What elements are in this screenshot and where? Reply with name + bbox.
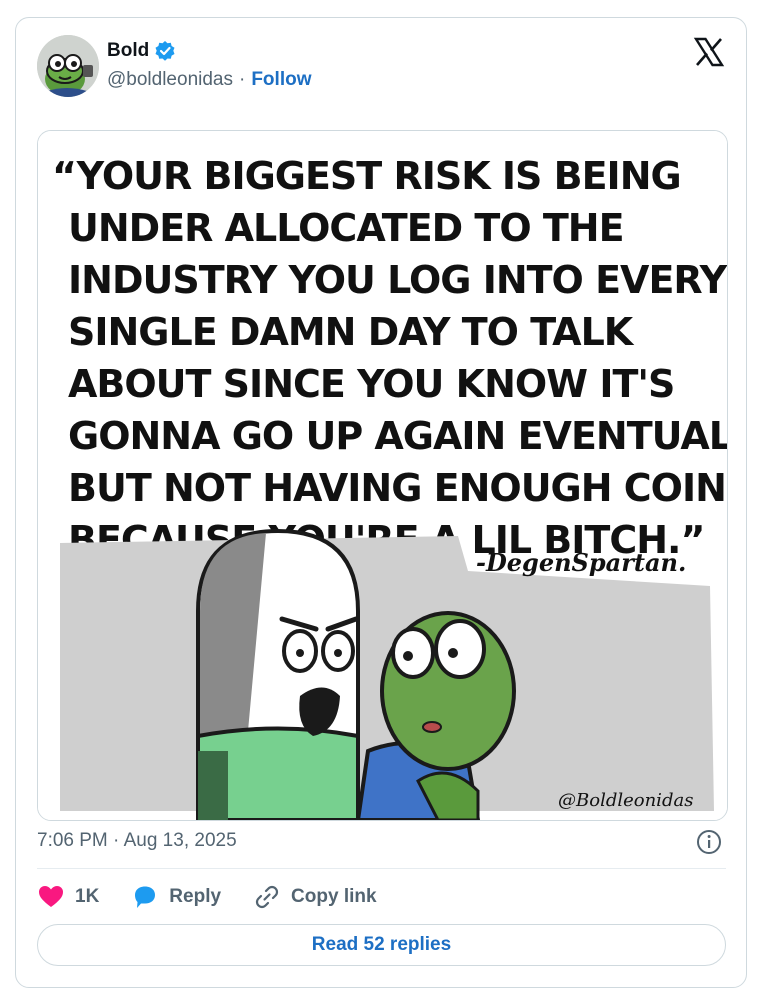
reply-label: Reply (169, 886, 222, 907)
author-handle-row: @boldleonidas · Follow (107, 69, 311, 91)
link-icon (255, 885, 279, 909)
info-icon[interactable] (696, 829, 722, 855)
quote-line: ABOUT SINCE YOU KNOW IT'S (68, 362, 674, 406)
author-name[interactable]: Bold (107, 40, 149, 62)
quote-line: SINGLE DAMN DAY TO TALK (68, 310, 635, 354)
quote-line: BUT NOT HAVING ENOUGH COINS (68, 466, 727, 510)
divider (37, 868, 726, 869)
quote-line: GONNA GO UP AGAIN EVENTUALLY (68, 414, 727, 458)
like-button[interactable]: 1K (37, 883, 99, 911)
separator-dot: · (239, 69, 246, 90)
comic-illustration: “YOUR BIGGEST RISK IS BEING UNDER ALLOCA… (38, 131, 727, 820)
follow-button[interactable]: Follow (251, 69, 311, 91)
quote-line: UNDER ALLOCATED TO THE (68, 206, 624, 250)
x-logo-icon[interactable] (693, 36, 725, 68)
author-avatar[interactable] (37, 35, 99, 97)
copy-link-label: Copy link (291, 886, 377, 907)
pill-character (196, 528, 360, 820)
attribution: -DegenSpartan. (476, 548, 686, 577)
like-count: 1K (75, 886, 100, 907)
artist-signature: @Boldleonidas (558, 790, 693, 811)
quote-line: “YOUR BIGGEST RISK IS BEING (52, 154, 681, 198)
reply-button[interactable]: Reply (131, 883, 221, 911)
tweet-media-image[interactable]: “YOUR BIGGEST RISK IS BEING UNDER ALLOCA… (37, 130, 728, 821)
author-name-row[interactable]: Bold (107, 40, 176, 62)
read-replies-button[interactable]: Read 52 replies (37, 924, 726, 966)
reply-bubble-icon (135, 886, 156, 908)
frog-avatar-icon (37, 35, 99, 97)
tweet-actions: 1K Reply Copy link (37, 880, 409, 914)
verified-badge-icon (154, 40, 176, 62)
tweet-timestamp[interactable]: 7:06 PM · Aug 13, 2025 (37, 830, 237, 852)
heart-icon (39, 886, 63, 907)
quote-line: INDUSTRY YOU LOG INTO EVERY (68, 258, 727, 302)
copy-link-button[interactable]: Copy link (253, 883, 377, 911)
author-handle[interactable]: @boldleonidas (107, 69, 233, 91)
